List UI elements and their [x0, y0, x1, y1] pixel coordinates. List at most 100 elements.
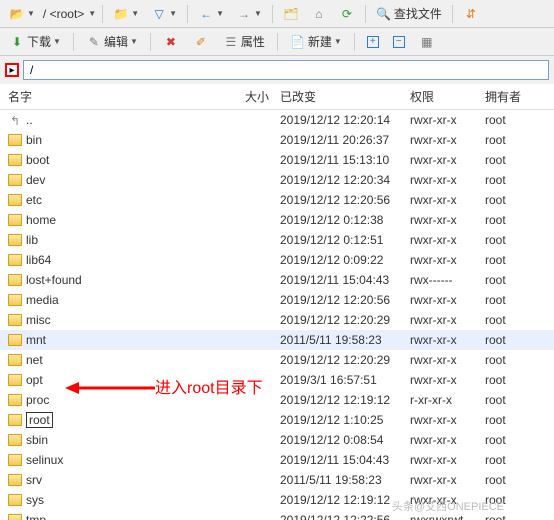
table-row[interactable]: lib2019/12/12 0:12:51rwxr-xr-xroot: [0, 230, 554, 250]
minus-box-icon: −: [393, 36, 405, 48]
table-row[interactable]: mnt2011/5/11 19:58:23rwxr-xr-xroot: [0, 330, 554, 350]
file-name: dev: [26, 173, 45, 187]
col-header-name[interactable]: 名字: [0, 88, 245, 105]
table-row[interactable]: media2019/12/12 12:20:56rwxr-xr-xroot: [0, 290, 554, 310]
cell-changed: 2019/12/12 12:19:12: [280, 493, 410, 507]
file-name: opt: [26, 373, 43, 387]
rename-icon: ✐: [193, 34, 209, 50]
filter-button[interactable]: ▽▼: [147, 4, 181, 24]
home-button[interactable]: ⌂: [307, 4, 331, 24]
file-name: mnt: [26, 333, 46, 347]
download-button[interactable]: ⬇下载▼: [5, 31, 65, 52]
table-row[interactable]: tmp2019/12/12 12:22:56rwxrwxrwtroot: [0, 510, 554, 520]
table-row[interactable]: sys2019/12/12 12:19:12rwxr-xr-xroot: [0, 490, 554, 510]
find-button[interactable]: 🔍查找文件: [372, 3, 446, 24]
table-row[interactable]: etc2019/12/12 12:20:56rwxr-xr-xroot: [0, 190, 554, 210]
table-row[interactable]: root2019/12/12 1:10:25rwxr-xr-xroot: [0, 410, 554, 430]
table-row[interactable]: selinux2019/12/11 15:04:43rwxr-xr-xroot: [0, 450, 554, 470]
cell-owner: root: [485, 193, 545, 207]
table-row[interactable]: proc2019/12/12 12:19:12r-xr-xr-xroot: [0, 390, 554, 410]
table-row[interactable]: lib642019/12/12 0:09:22rwxr-xr-xroot: [0, 250, 554, 270]
cell-changed: 2019/12/11 15:04:43: [280, 453, 410, 467]
col-header-owner[interactable]: 拥有者: [485, 88, 545, 105]
properties-button[interactable]: ☰属性: [219, 31, 269, 52]
edit-button[interactable]: ✎编辑▼: [82, 31, 142, 52]
table-row[interactable]: opt2019/3/1 16:57:51rwxr-xr-xroot: [0, 370, 554, 390]
sync-button[interactable]: ⇵: [459, 4, 483, 24]
new-icon: 📄: [290, 34, 306, 50]
forward-button[interactable]: →▼: [232, 4, 266, 24]
download-icon: ⬇: [9, 34, 25, 50]
folder-tree-button[interactable]: 🗂: [279, 4, 303, 24]
file-name: sbin: [26, 433, 48, 447]
arrow-right-icon: →: [236, 6, 252, 22]
address-input[interactable]: [23, 60, 549, 80]
file-name: root: [26, 412, 53, 428]
file-name: lost+found: [26, 273, 82, 287]
open-folder-button[interactable]: 📂▼: [5, 4, 39, 24]
table-row[interactable]: boot2019/12/11 15:13:10rwxr-xr-xroot: [0, 150, 554, 170]
col-header-perm[interactable]: 权限: [410, 88, 485, 105]
col-header-size[interactable]: 大小: [245, 88, 280, 105]
folder-icon: [8, 294, 22, 306]
cell-perm: rwxr-xr-x: [410, 233, 485, 247]
cell-perm: rwxr-xr-x: [410, 333, 485, 347]
cell-owner: root: [485, 273, 545, 287]
cell-changed: 2019/12/11 15:13:10: [280, 153, 410, 167]
cell-perm: rwxr-xr-x: [410, 293, 485, 307]
file-name: bin: [26, 133, 42, 147]
folder-icon: [8, 474, 22, 486]
cell-perm: rwxr-xr-x: [410, 413, 485, 427]
table-row[interactable]: net2019/12/12 12:20:29rwxr-xr-xroot: [0, 350, 554, 370]
delete-button[interactable]: ✖: [159, 32, 183, 52]
cell-owner: root: [485, 393, 545, 407]
table-row[interactable]: dev2019/12/12 12:20:34rwxr-xr-xroot: [0, 170, 554, 190]
file-list: ↰..2019/12/12 12:20:14rwxr-xr-xrootbin20…: [0, 110, 554, 520]
cell-perm: rwxr-xr-x: [410, 453, 485, 467]
cell-perm: rwxr-xr-x: [410, 433, 485, 447]
expand-button[interactable]: +: [363, 34, 383, 50]
cell-owner: root: [485, 253, 545, 267]
back-button[interactable]: ←▼: [194, 4, 228, 24]
file-name: ..: [26, 113, 33, 127]
collapse-button[interactable]: −: [389, 34, 409, 50]
cell-changed: 2011/5/11 19:58:23: [280, 473, 410, 487]
new-folder-button[interactable]: 📁▼: [109, 4, 143, 24]
up-dir-icon: ↰: [8, 114, 22, 126]
folder-icon: [8, 354, 22, 366]
cell-owner: root: [485, 513, 545, 520]
file-name: lib64: [26, 253, 51, 267]
refresh-button[interactable]: ⟳: [335, 4, 359, 24]
new-button[interactable]: 📄新建▼: [286, 31, 346, 52]
view-button[interactable]: ▦: [415, 32, 439, 52]
file-name: tmp: [26, 513, 46, 520]
path-dropdown-icon[interactable]: ▼: [88, 9, 96, 18]
folder-icon: [8, 434, 22, 446]
table-row[interactable]: home2019/12/12 0:12:38rwxr-xr-xroot: [0, 210, 554, 230]
cell-perm: rwxr-xr-x: [410, 113, 485, 127]
cell-owner: root: [485, 353, 545, 367]
table-row[interactable]: lost+found2019/12/11 15:04:43rwx------ro…: [0, 270, 554, 290]
col-header-changed[interactable]: 已改变: [280, 88, 410, 105]
cell-perm: rwxr-xr-x: [410, 373, 485, 387]
delete-icon: ✖: [163, 34, 179, 50]
cell-perm: r-xr-xr-x: [410, 393, 485, 407]
cell-changed: 2019/12/12 12:20:14: [280, 113, 410, 127]
toolbar-top: 📂▼ / <root> ▼ 📁▼ ▽▼ ←▼ →▼ 🗂 ⌂ ⟳ 🔍查找文件 ⇵: [0, 0, 554, 28]
properties-icon: ☰: [223, 34, 239, 50]
cell-owner: root: [485, 233, 545, 247]
cell-changed: 2019/12/12 12:20:29: [280, 313, 410, 327]
cell-changed: 2019/12/12 0:08:54: [280, 433, 410, 447]
folder-icon: [8, 274, 22, 286]
cell-owner: root: [485, 493, 545, 507]
table-row[interactable]: misc2019/12/12 12:20:29rwxr-xr-xroot: [0, 310, 554, 330]
table-row[interactable]: sbin2019/12/12 0:08:54rwxr-xr-xroot: [0, 430, 554, 450]
table-row[interactable]: ↰..2019/12/12 12:20:14rwxr-xr-xroot: [0, 110, 554, 130]
cell-changed: 2019/12/12 1:10:25: [280, 413, 410, 427]
table-row[interactable]: srv2011/5/11 19:58:23rwxr-xr-xroot: [0, 470, 554, 490]
rename-button[interactable]: ✐: [189, 32, 213, 52]
search-icon: 🔍: [376, 6, 392, 22]
table-row[interactable]: bin2019/12/11 20:26:37rwxr-xr-xroot: [0, 130, 554, 150]
file-name: net: [26, 353, 43, 367]
folder-tree-icon: 🗂: [283, 6, 299, 22]
